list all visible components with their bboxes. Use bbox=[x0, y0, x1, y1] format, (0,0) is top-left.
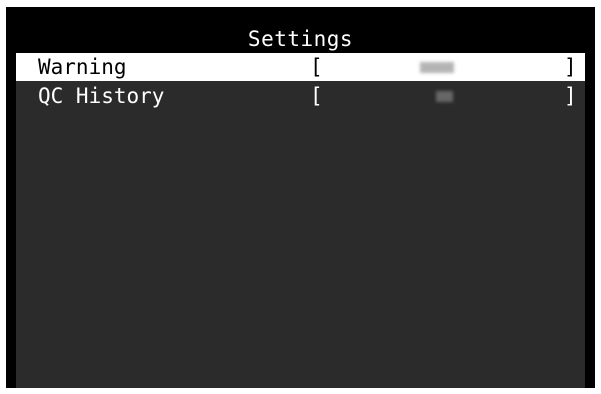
menu-item-label: QC History bbox=[38, 84, 165, 108]
value-bracket-close: ] bbox=[564, 55, 577, 79]
menu-item-qc-history[interactable]: QC History [ ] bbox=[16, 82, 585, 110]
obscured-value bbox=[420, 62, 454, 73]
obscured-value bbox=[436, 91, 453, 102]
menu-title: Settings bbox=[16, 25, 585, 53]
value-bracket-open: [ bbox=[310, 55, 323, 79]
menu-item-label: Warning bbox=[38, 55, 127, 79]
value-bracket-close: ] bbox=[564, 84, 577, 108]
settings-menu-panel: Settings Warning [ ] QC History [ ] bbox=[16, 25, 585, 388]
osd-frame: Settings Warning [ ] QC History [ ] bbox=[6, 7, 595, 388]
menu-item-warning[interactable]: Warning [ ] bbox=[16, 53, 585, 81]
value-bracket-open: [ bbox=[310, 84, 323, 108]
